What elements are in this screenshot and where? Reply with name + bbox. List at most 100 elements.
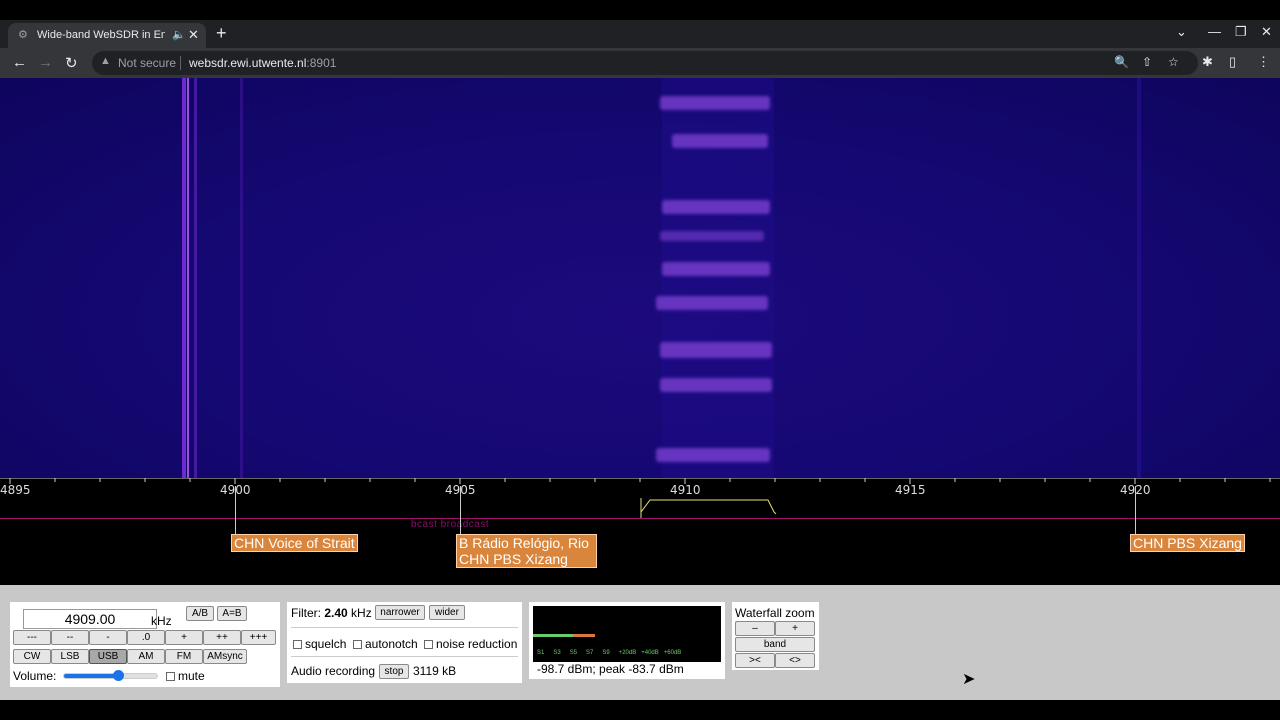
band-line xyxy=(0,518,1280,519)
mode-amsync-button[interactable]: AMsync xyxy=(203,649,247,664)
signal-burst xyxy=(662,262,770,276)
volume-fill xyxy=(64,674,118,678)
ab-button[interactable]: A/B xyxy=(186,606,214,621)
menu-icon[interactable]: ⋮ xyxy=(1257,54,1270,70)
mode-am-button[interactable]: AM xyxy=(127,649,165,664)
zoom-in-button[interactable]: + xyxy=(775,621,815,636)
mute-checkbox[interactable]: mute xyxy=(166,669,205,683)
carrier-line xyxy=(182,78,186,478)
restore-icon[interactable]: ❐ xyxy=(1235,24,1247,40)
browser-tab[interactable]: ⚙ Wide-band WebSDR in Ensch 🔈 ✕ xyxy=(8,23,206,48)
reload-icon[interactable]: ↻ xyxy=(65,54,78,72)
station-label[interactable]: CHN PBS Xizang xyxy=(1130,534,1245,552)
filter-panel: Filter: 2.40 kHz narrower wider squelch … xyxy=(287,602,522,683)
url-text[interactable]: websdr.ewi.utwente.nl:8901 xyxy=(189,56,336,70)
station-label[interactable]: B Rádio Relógio, Rio xyxy=(459,535,594,551)
station-marker-line xyxy=(1135,486,1136,534)
frequency-scale[interactable]: 4895 4900 4905 4910 4915 4920 bcast broa… xyxy=(0,478,1280,585)
zoom-title: Waterfall zoom xyxy=(735,606,815,620)
side-panel-icon[interactable]: ▯ xyxy=(1229,54,1236,70)
address-separator xyxy=(180,56,181,70)
close-window-icon[interactable]: ✕ xyxy=(1261,24,1272,40)
station-label[interactable]: CHN PBS Xizang xyxy=(459,551,594,567)
screen-bottom-border xyxy=(0,700,1280,720)
scale-label: 4915 xyxy=(895,483,926,497)
step-up-medium-button[interactable]: ++ xyxy=(203,630,241,645)
round-frequency-button[interactable]: .0 xyxy=(127,630,165,645)
zoom-out-button[interactable]: – xyxy=(735,621,775,636)
recording-divider xyxy=(291,656,518,657)
volume-slider[interactable] xyxy=(63,670,158,681)
narrower-button[interactable]: narrower xyxy=(375,605,425,620)
weak-carrier-line-2 xyxy=(1137,78,1141,478)
frequency-panel: 4909.00 kHz A/B A=B --- -- - .0 + ++ +++… xyxy=(10,602,280,687)
signal-burst xyxy=(672,134,768,148)
signal-burst xyxy=(660,96,770,110)
zoom-wide-button[interactable]: <> xyxy=(775,653,815,668)
station-label-multi[interactable]: B Rádio Relógio, Rio CHN PBS Xizang xyxy=(456,534,597,568)
warning-icon[interactable]: ▲ xyxy=(100,55,111,67)
squelch-checkbox[interactable]: squelch xyxy=(293,637,346,651)
passband-indicator[interactable] xyxy=(638,496,780,520)
station-marker-line xyxy=(460,486,461,534)
zoom-band-button[interactable]: band xyxy=(735,637,815,652)
scale-label: 4910 xyxy=(670,483,701,497)
zoom-narrow-button[interactable]: >< xyxy=(735,653,775,668)
waterfall-display[interactable] xyxy=(0,78,1280,478)
mode-lsb-button[interactable]: LSB xyxy=(51,649,89,664)
filter-divider xyxy=(291,627,518,628)
tab-search-icon[interactable]: ⌄ xyxy=(1176,24,1187,40)
forward-icon[interactable]: → xyxy=(38,54,53,71)
mode-fm-button[interactable]: FM xyxy=(165,649,203,664)
signal-reading: -98.7 dBm; peak -83.7 dBm xyxy=(537,662,684,676)
mute-checkbox-box[interactable] xyxy=(166,672,175,681)
security-status[interactable]: Not secure xyxy=(118,56,176,70)
scale-label: 4895 xyxy=(0,483,31,497)
noise-reduction-checkbox[interactable]: noise reduction xyxy=(424,637,517,651)
carrier-line-side xyxy=(194,78,197,478)
frequency-input[interactable]: 4909.00 xyxy=(23,609,157,629)
station-marker-line xyxy=(235,486,236,534)
recording-label: Audio recording xyxy=(291,664,376,678)
smeter-peak-bar xyxy=(573,634,595,637)
volume-thumb[interactable] xyxy=(112,670,124,681)
wider-button[interactable]: wider xyxy=(429,605,465,620)
step-down-large-button[interactable]: --- xyxy=(13,630,51,645)
station-label[interactable]: CHN Voice of Strait xyxy=(231,534,358,552)
carrier-line-core xyxy=(187,78,189,478)
extensions-icon[interactable]: ✱ xyxy=(1202,54,1213,70)
smeter-scale: S1 S3 S5 S7 S9 +20dB +40dB +60dB xyxy=(537,650,682,656)
frequency-unit: kHz xyxy=(151,614,172,628)
smeter-bar xyxy=(533,634,573,637)
bookmark-star-icon[interactable]: ☆ xyxy=(1168,55,1179,69)
recorded-size: 3119 kB xyxy=(413,664,457,678)
smeter-panel: S1 S3 S5 S7 S9 +20dB +40dB +60dB -98.7 dBm; pea… xyxy=(529,602,725,679)
autonotch-checkbox[interactable]: autonotch xyxy=(353,637,418,651)
weak-carrier-line xyxy=(240,78,243,478)
signal-burst xyxy=(660,378,772,392)
back-icon[interactable]: ← xyxy=(12,54,27,71)
a-equals-b-button[interactable]: A=B xyxy=(217,606,247,621)
screen-top-border xyxy=(0,0,1280,20)
minimize-icon[interactable]: — xyxy=(1208,24,1221,39)
address-bar[interactable]: ▲ Not secure websdr.ewi.utwente.nl:8901 … xyxy=(92,51,1198,75)
step-down-medium-button[interactable]: -- xyxy=(51,630,89,645)
close-tab-icon[interactable]: ✕ xyxy=(188,27,199,43)
band-label: bcast broadcast xyxy=(411,519,490,530)
mode-cw-button[interactable]: CW xyxy=(13,649,51,664)
zoom-icon[interactable]: 🔍 xyxy=(1114,55,1129,69)
scale-ticks xyxy=(0,478,1280,484)
signal-burst xyxy=(660,342,772,358)
audio-playing-icon[interactable]: 🔈 xyxy=(172,28,186,41)
step-up-large-button[interactable]: +++ xyxy=(241,630,276,645)
mouse-cursor-icon: ➤ xyxy=(962,671,976,688)
step-up-small-button[interactable]: + xyxy=(165,630,203,645)
share-icon[interactable]: ⇧ xyxy=(1142,55,1152,69)
mode-usb-button[interactable]: USB xyxy=(89,649,127,664)
waterfall-zoom-panel: Waterfall zoom – + band >< <> xyxy=(732,602,819,670)
filter-label: Filter: 2.40 kHz xyxy=(291,606,372,620)
signal-burst xyxy=(656,296,768,310)
step-down-small-button[interactable]: - xyxy=(89,630,127,645)
new-tab-button[interactable]: + xyxy=(216,23,227,44)
stop-recording-button[interactable]: stop xyxy=(379,664,409,679)
